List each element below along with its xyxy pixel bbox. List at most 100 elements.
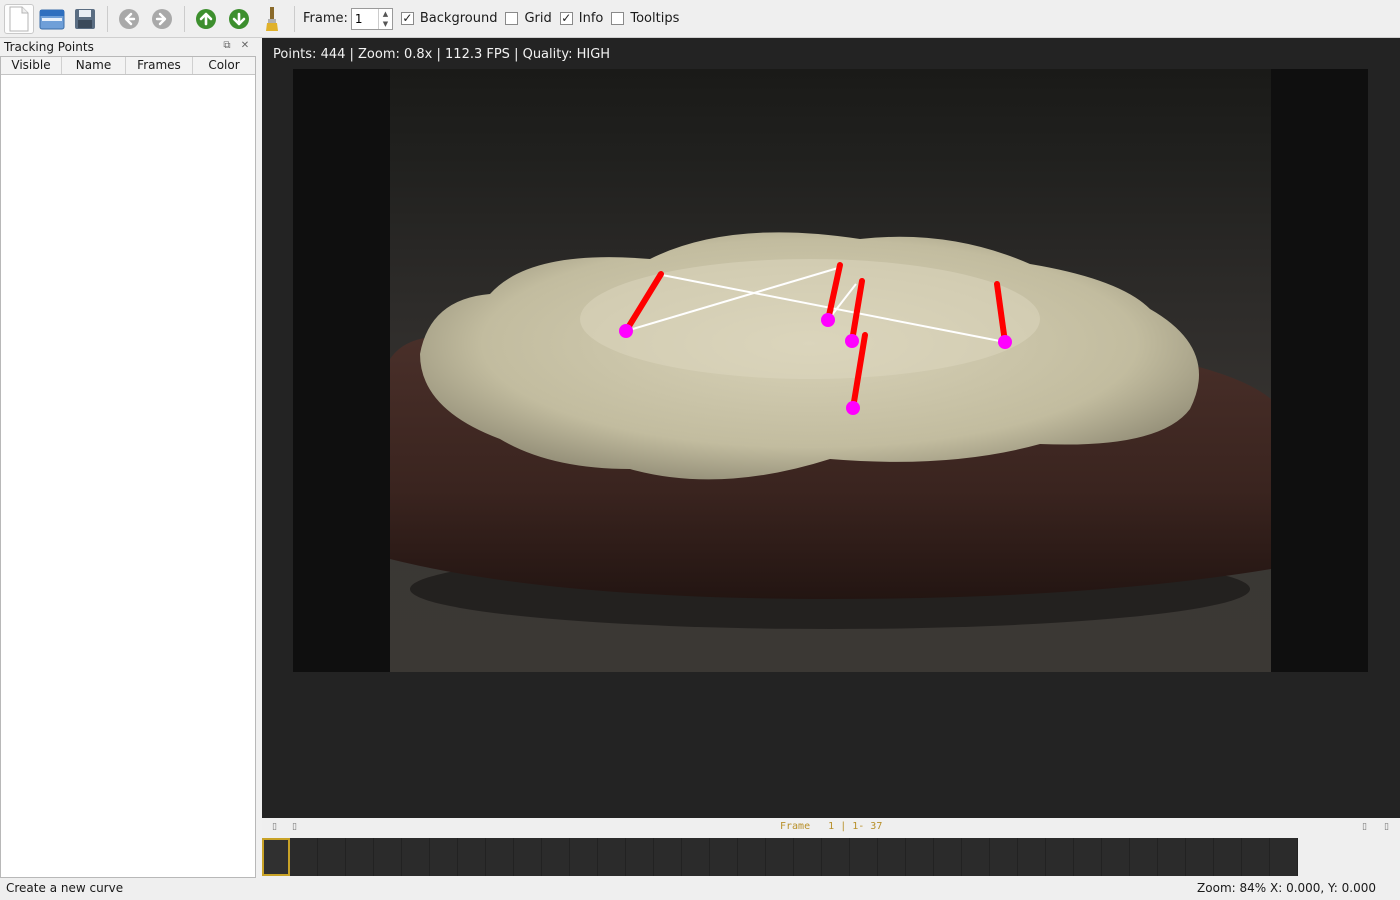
motion-trail — [849, 278, 865, 344]
tracking-point[interactable] — [821, 313, 835, 327]
info-overlay: Points: 444 | Zoom: 0.8x | 112.3 FPS | Q… — [273, 47, 611, 62]
timeline-frame[interactable] — [318, 838, 346, 876]
timeline-frame[interactable] — [990, 838, 1018, 876]
tracking-point[interactable] — [846, 401, 860, 415]
column-header-name[interactable]: Name — [62, 57, 126, 74]
tracking-point[interactable] — [845, 334, 859, 348]
spin-up-icon[interactable]: ▲ — [379, 9, 392, 19]
tracking-points-table[interactable]: Visible Name Frames Color — [0, 56, 256, 878]
curve-viewport[interactable]: Points: 444 | Zoom: 0.8x | 112.3 FPS | Q… — [262, 38, 1400, 818]
status-message: Create a new curve — [6, 881, 124, 895]
new-file-icon — [9, 6, 29, 31]
timeline-frame[interactable] — [878, 838, 906, 876]
timeline-frame-label: Frame 1 | 1- 37 — [780, 821, 883, 832]
timeline-frame[interactable] — [1214, 838, 1242, 876]
dock-title: Tracking Points — [4, 39, 94, 54]
checkbox-box[interactable] — [505, 12, 519, 25]
forward-button[interactable] — [147, 4, 177, 34]
timeline-frame[interactable] — [1130, 838, 1158, 876]
checkbox-box[interactable]: ✓ — [400, 12, 414, 25]
checkbox-label: Info — [578, 11, 604, 26]
timeline-frame[interactable] — [1158, 838, 1186, 876]
spin-down-icon[interactable]: ▼ — [379, 19, 392, 29]
timeline-next-icon[interactable]: ▯ — [1362, 822, 1367, 832]
tracking-points-dock: Tracking Points ⧉ ✕ Visible Name Frames … — [0, 38, 257, 878]
timeline-frame[interactable] — [1018, 838, 1046, 876]
timeline-frame[interactable] — [654, 838, 682, 876]
dock-close-icon[interactable]: ✕ — [239, 40, 251, 52]
timeline-prev-icon[interactable]: ▯ — [292, 822, 297, 832]
frame-input[interactable] — [351, 11, 378, 26]
open-file-icon — [39, 9, 65, 29]
background-checkbox[interactable]: ✓ Background — [400, 11, 498, 26]
timeline-frame[interactable] — [486, 838, 514, 876]
up-button[interactable] — [191, 4, 221, 34]
timeline-frame[interactable] — [766, 838, 794, 876]
column-header-frames[interactable]: Frames — [126, 57, 193, 74]
new-file-button[interactable] — [4, 3, 34, 34]
timeline-frame[interactable] — [542, 838, 570, 876]
timeline-frame[interactable] — [1074, 838, 1102, 876]
up-icon — [196, 8, 216, 29]
tooltips-checkbox[interactable]: Tooltips — [611, 11, 679, 26]
timeline-frame[interactable] — [710, 838, 738, 876]
timeline-frame[interactable] — [430, 838, 458, 876]
checkbox-box[interactable] — [611, 12, 625, 25]
timeline-frame[interactable] — [906, 838, 934, 876]
timeline-frame-current[interactable] — [262, 838, 290, 876]
timeline-frame[interactable] — [514, 838, 542, 876]
timeline-frame[interactable] — [626, 838, 654, 876]
dock-float-icon[interactable]: ⧉ — [221, 40, 233, 52]
save-button[interactable] — [70, 4, 100, 34]
timeline-frame[interactable] — [1102, 838, 1130, 876]
motion-trail — [994, 281, 1008, 345]
tracking-overlay — [619, 262, 1012, 415]
grid-checkbox[interactable]: Grid — [505, 11, 552, 26]
table-header: Visible Name Frames Color — [1, 57, 255, 75]
timeline-frame[interactable] — [738, 838, 766, 876]
timeline-frame[interactable] — [374, 838, 402, 876]
info-checkbox[interactable]: ✓ Info — [559, 11, 604, 26]
main-toolbar: Frame: ▲ ▼ ✓ Background Grid ✓ Info Tool… — [0, 0, 1400, 38]
checkbox-box[interactable]: ✓ — [559, 12, 573, 25]
checkbox-label: Tooltips — [630, 11, 680, 26]
timeline-frame[interactable] — [794, 838, 822, 876]
frame-spinbox[interactable]: ▲ ▼ — [350, 7, 393, 30]
back-button[interactable] — [114, 4, 144, 34]
timeline-frame[interactable] — [682, 838, 710, 876]
status-bar: Create a new curve Zoom: 84% X: 0.000, Y… — [0, 878, 1400, 900]
tracking-points[interactable] — [619, 313, 1012, 415]
checkbox-label: Grid — [524, 11, 552, 26]
timeline-last-icon[interactable]: ▯ — [1384, 822, 1389, 832]
timeline-frame[interactable] — [458, 838, 486, 876]
frame-spin-arrows[interactable]: ▲ ▼ — [377, 8, 392, 29]
timeline-track[interactable] — [262, 838, 1298, 876]
column-header-color[interactable]: Color — [193, 57, 255, 74]
timeline-first-icon[interactable]: ▯ — [272, 822, 277, 832]
timeline-frame[interactable] — [570, 838, 598, 876]
timeline-frame[interactable] — [850, 838, 878, 876]
timeline-frame[interactable] — [962, 838, 990, 876]
open-file-button[interactable] — [37, 4, 67, 34]
timeline-frame[interactable] — [598, 838, 626, 876]
timeline-frame[interactable] — [822, 838, 850, 876]
timeline-frame[interactable] — [1242, 838, 1270, 876]
tracking-point[interactable] — [619, 324, 633, 338]
timeline-frame[interactable] — [402, 838, 430, 876]
timeline-frame[interactable] — [1270, 838, 1298, 876]
motion-trails — [623, 262, 1008, 411]
forward-icon — [152, 8, 172, 29]
brush-button[interactable] — [257, 4, 287, 34]
status-zoom-coords: Zoom: 84% X: 0.000, Y: 0.000 — [1197, 881, 1376, 895]
down-icon — [229, 8, 249, 29]
timeline-frame[interactable] — [346, 838, 374, 876]
column-header-visible[interactable]: Visible — [1, 57, 62, 74]
tracking-point[interactable] — [998, 335, 1012, 349]
timeline-frame[interactable] — [1186, 838, 1214, 876]
back-icon — [119, 8, 139, 29]
timeline-frame[interactable] — [1046, 838, 1074, 876]
timeline-frame[interactable] — [290, 838, 318, 876]
timeline-frame[interactable] — [934, 838, 962, 876]
checkbox-label: Background — [419, 11, 498, 26]
down-button[interactable] — [224, 4, 254, 34]
